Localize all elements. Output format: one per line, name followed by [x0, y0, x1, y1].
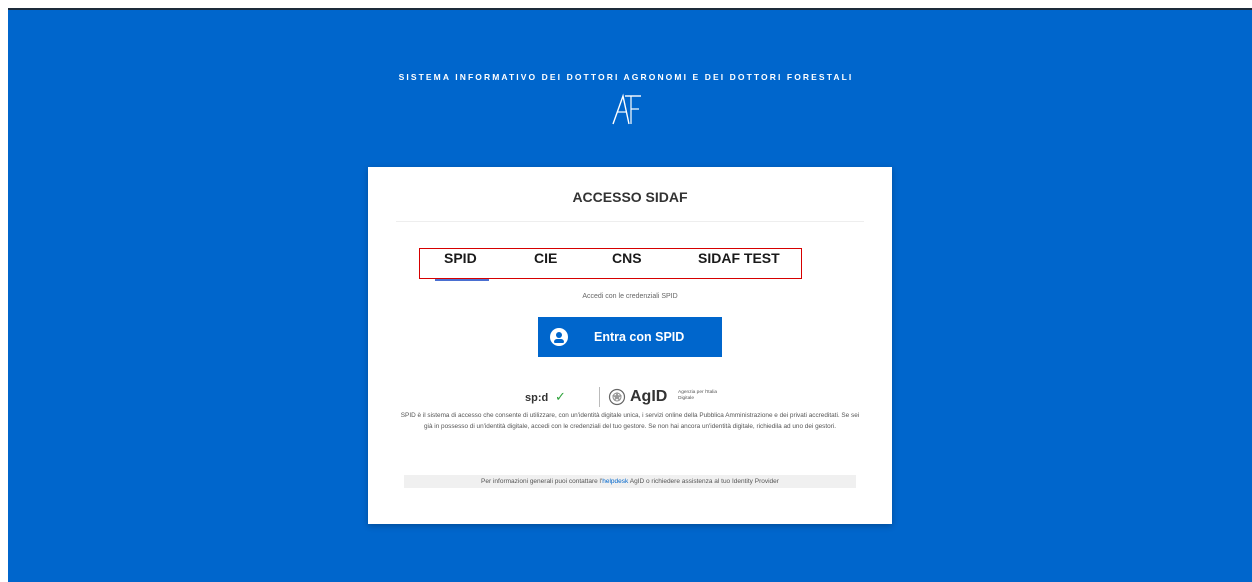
info-suffix: AgID o richiedere assistenza al tuo Iden… — [628, 478, 779, 485]
spid-button-label: Entra con SPID — [594, 330, 685, 344]
af-logo-icon — [607, 90, 647, 130]
user-circle-icon — [550, 328, 568, 346]
active-tab-indicator — [435, 279, 489, 281]
logo-separator — [599, 387, 600, 407]
info-prefix: Per informazioni generali puoi contattar… — [481, 478, 603, 485]
login-hint: Accedi con le credenziali SPID — [582, 293, 678, 300]
agid-logo: AgID — [630, 388, 668, 405]
enter-with-spid-button[interactable]: Entra con SPID — [538, 317, 722, 357]
tab-spid[interactable]: SPID — [444, 250, 477, 266]
login-card: ACCESSO SIDAF SPID CIE CNS SIDAF TEST Ac… — [368, 167, 892, 524]
tab-cie[interactable]: CIE — [534, 250, 557, 266]
tab-cns[interactable]: CNS — [612, 250, 642, 266]
info-bar: Per informazioni generali puoi contattar… — [404, 475, 856, 488]
partner-logos: sp:d ✓ AgID Agenzia per l'Italia Digital… — [368, 385, 892, 409]
tab-sidaf-test[interactable]: SIDAF TEST — [698, 250, 780, 266]
spid-description: SPID è il sistema di accesso che consent… — [400, 412, 860, 430]
spid-logo: sp:d — [525, 392, 549, 404]
italian-emblem-icon — [608, 388, 626, 406]
check-icon: ✓ — [555, 389, 566, 404]
card-title: ACCESSO SIDAF — [572, 189, 688, 205]
system-title: SISTEMA INFORMATIVO DEI DOTTORI AGRONOMI… — [398, 72, 854, 82]
helpdesk-link[interactable]: helpdesk — [602, 478, 628, 485]
agid-subtitle: Agenzia per l'Italia Digitale — [678, 390, 718, 401]
card-divider — [396, 221, 864, 222]
